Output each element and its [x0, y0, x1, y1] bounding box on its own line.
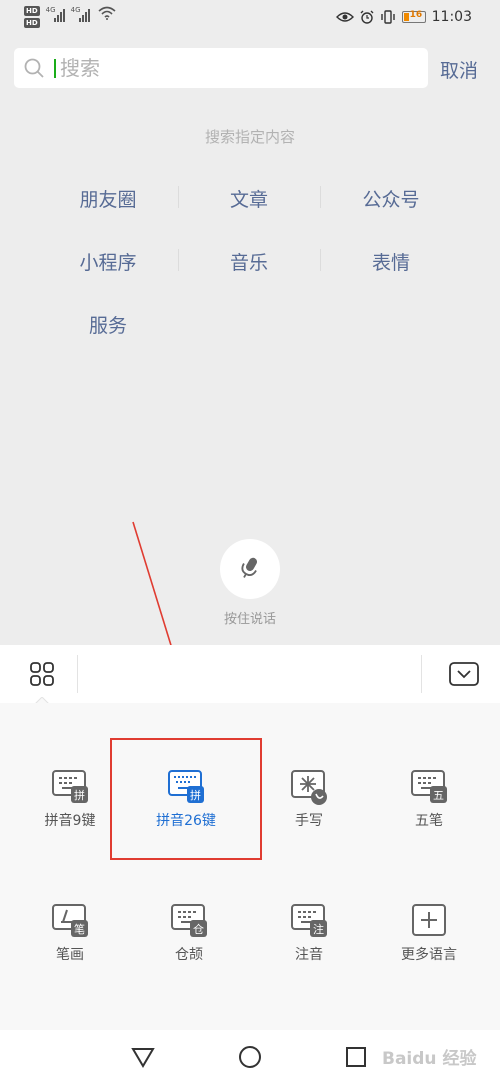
watermark: Baidu 经验 — [382, 1049, 477, 1069]
keyboard-option-label: 注音 — [295, 947, 323, 963]
category-stickers[interactable]: 表情 — [321, 248, 461, 275]
status-right: 16 11:03 — [335, 9, 472, 25]
microphone-icon — [241, 557, 257, 578]
handwriting-icon — [291, 770, 327, 805]
keyboard-option-label: 更多语言 — [401, 947, 457, 963]
grid-icon[interactable] — [29, 661, 55, 687]
hd-badge: HD — [24, 6, 40, 16]
alarm-icon — [360, 10, 374, 24]
voice-input-button[interactable] — [220, 539, 280, 599]
keyboard-icon: 仓 — [171, 904, 207, 937]
keyboard-option-label: 笔画 — [56, 947, 84, 963]
divider — [421, 655, 422, 693]
search-input[interactable] — [60, 54, 410, 82]
category-moments[interactable]: 朋友圈 — [38, 185, 178, 212]
svg-text:仓: 仓 — [193, 922, 204, 936]
status-time: 11:03 — [431, 9, 472, 25]
annotation-highlight-box — [110, 738, 262, 860]
status-left: HD HD 4G 4G — [24, 6, 116, 28]
keyboard-option-pinyin9[interactable]: 拼 拼音9键 — [20, 768, 120, 830]
keyboard-icon: 拼 — [52, 770, 88, 803]
keyboard-icon: 五 — [411, 770, 447, 803]
svg-text:拼: 拼 — [74, 788, 85, 802]
search-icon — [24, 58, 44, 78]
search-bar[interactable] — [14, 48, 428, 88]
stroke-input-icon: 笔 — [52, 904, 88, 937]
keyboard-option-stroke[interactable]: 笔 笔画 — [20, 902, 120, 964]
category-music[interactable]: 音乐 — [179, 248, 319, 275]
signal-icon: 4G — [46, 6, 65, 22]
keyboard-option-label: 拼音9键 — [44, 813, 96, 829]
status-bar: HD HD 4G 4G 16 11:03 — [0, 0, 500, 38]
vibrate-icon — [380, 10, 395, 24]
svg-text:注: 注 — [313, 922, 324, 936]
search-scope-title: 搜索指定内容 — [204, 128, 295, 146]
divider — [77, 655, 78, 693]
keyboard-option-label: 五笔 — [415, 813, 443, 829]
signal-icon: 4G — [71, 6, 90, 22]
keyboard-option-wubi[interactable]: 五 五笔 — [379, 768, 479, 830]
keyboard-option-more-languages[interactable]: 更多语言 — [379, 902, 479, 964]
category-official-accounts[interactable]: 公众号 — [321, 185, 461, 212]
text-cursor — [54, 59, 56, 78]
hd-badge: HD — [24, 18, 40, 28]
keyboard-option-label: 手写 — [295, 813, 323, 829]
keyboard-option-cangjie[interactable]: 仓 仓颉 — [139, 902, 239, 964]
category-mini-programs[interactable]: 小程序 — [38, 248, 178, 275]
keyboard-toolbar — [0, 645, 500, 704]
eye-icon — [335, 12, 354, 22]
keyboard-option-handwriting[interactable]: 手写 — [259, 768, 359, 830]
home-icon[interactable] — [238, 1045, 262, 1069]
cancel-button[interactable]: 取消 — [440, 56, 478, 83]
keyboard-icon: 注 — [291, 904, 327, 937]
svg-text:五: 五 — [433, 789, 444, 802]
add-icon — [412, 904, 446, 936]
wifi-icon — [98, 6, 116, 20]
battery-icon: 16 — [401, 10, 426, 23]
keyboard-option-label: 仓颉 — [175, 947, 203, 963]
svg-text:笔: 笔 — [74, 922, 85, 936]
back-icon[interactable] — [131, 1046, 155, 1068]
collapse-keyboard-icon[interactable] — [449, 662, 479, 686]
category-services[interactable]: 服务 — [38, 311, 178, 338]
voice-hint-label: 按住说话 — [223, 612, 276, 627]
category-articles[interactable]: 文章 — [179, 185, 319, 212]
recents-icon[interactable] — [345, 1046, 367, 1068]
keyboard-option-zhuyin[interactable]: 注 注音 — [259, 902, 359, 964]
system-navigation-bar: Baidu 经验 — [0, 1030, 500, 1084]
